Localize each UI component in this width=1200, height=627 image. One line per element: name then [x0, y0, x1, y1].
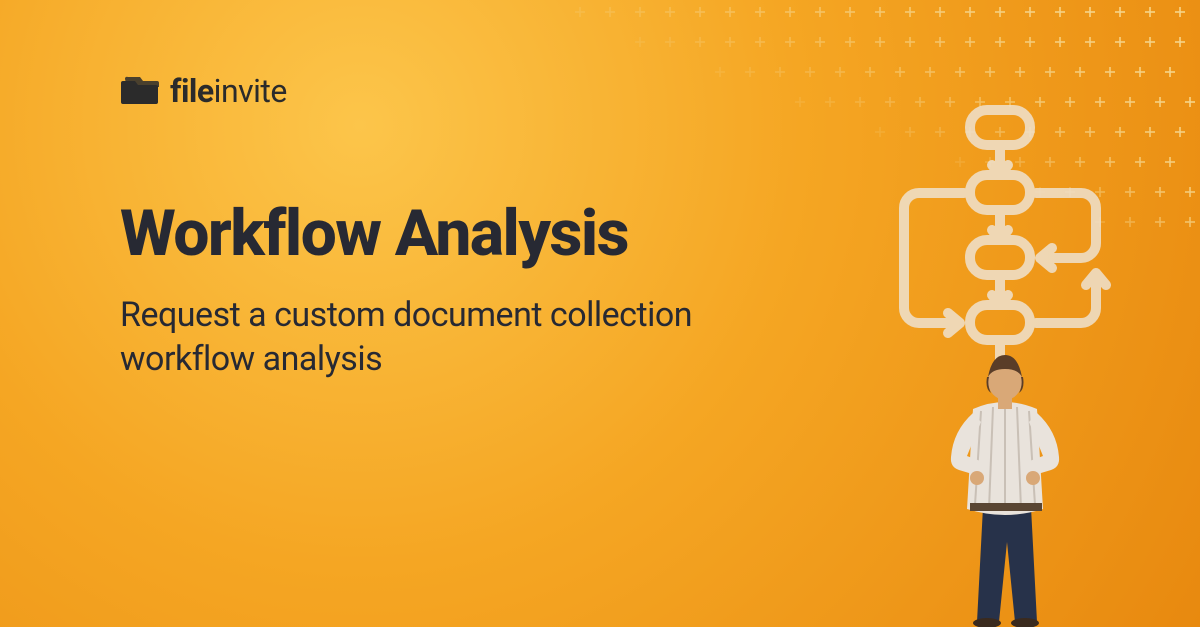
hero-banner: fileinvite Workflow Analysis Request a c… — [0, 0, 1200, 627]
brand-name-suffix: invite — [214, 72, 287, 110]
brand-name: fileinvite — [170, 72, 287, 110]
brand-logo: fileinvite — [120, 72, 287, 110]
brand-name-prefix: file — [170, 72, 214, 110]
page-title: Workflow Analysis — [120, 200, 800, 267]
person-illustration — [915, 347, 1095, 627]
folder-icon — [120, 75, 160, 107]
page-subtitle: Request a custom document collection wor… — [120, 293, 800, 381]
hero-content: Workflow Analysis Request a custom docum… — [120, 200, 800, 382]
